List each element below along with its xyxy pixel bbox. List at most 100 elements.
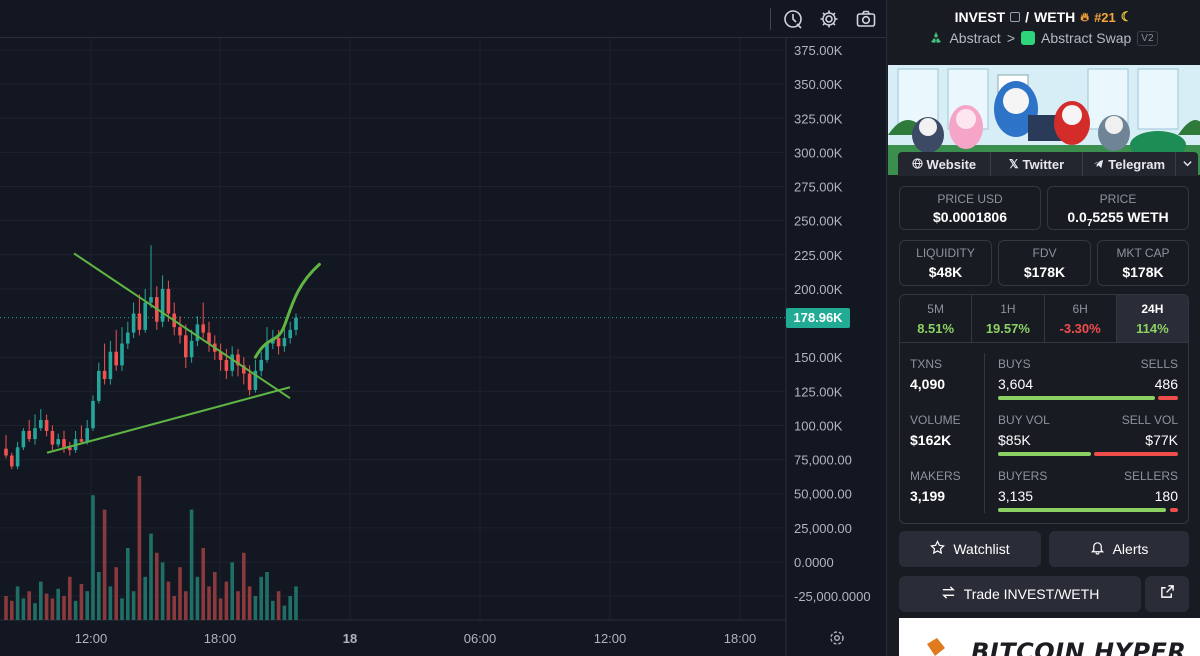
tab-24h[interactable]: 24H 114%: [1116, 295, 1188, 342]
volume-bar: [276, 591, 281, 620]
toolbar-separator: [770, 8, 771, 30]
website-label: Website: [926, 156, 977, 172]
candle: [178, 316, 182, 344]
candle: [137, 294, 142, 336]
flame-icon: 🔥︎: [1080, 9, 1090, 24]
ad-banner[interactable]: BITCOIN HYPER: [899, 618, 1200, 656]
price-chart[interactable]: 375.00K 350.00K 325.00K 300.00K 275.00K 250.0…: [0, 38, 886, 656]
volume-bar: [288, 596, 292, 620]
links-expand-button[interactable]: [1176, 152, 1198, 176]
candle-body: [91, 400, 95, 429]
social-links-bar: Website 𝕏 Twitter Telegram: [898, 152, 1198, 176]
volume-bar: [126, 548, 130, 620]
y-tick-label: 225.00K: [794, 248, 843, 263]
external-link-icon: [1160, 584, 1175, 604]
bell-icon: [1090, 540, 1105, 558]
volume-bar: [195, 576, 200, 620]
makers-label: MAKERS: [910, 469, 961, 483]
volume-bar: [253, 596, 258, 620]
tab-6h[interactable]: 6H -3.30%: [1045, 295, 1117, 342]
price-usd-label: PRICE USD: [937, 192, 1003, 206]
website-link[interactable]: Website: [898, 152, 991, 176]
candle: [114, 329, 118, 371]
volume-bar: [50, 598, 55, 620]
watchlist-button[interactable]: Watchlist: [899, 531, 1041, 567]
twitter-link[interactable]: 𝕏 Twitter: [991, 152, 1084, 176]
candle: [108, 340, 113, 385]
candle-body: [195, 324, 200, 341]
volume-bar: [218, 598, 223, 620]
volume-bar: [39, 581, 43, 620]
candle: [39, 409, 43, 431]
fdv-label: FDV: [1032, 246, 1057, 260]
candle-body: [166, 288, 171, 314]
x-tick-label: 18: [343, 631, 357, 646]
candle-body: [294, 317, 298, 330]
volume-bar: [4, 596, 8, 620]
trade-button[interactable]: Trade INVEST/WETH: [899, 576, 1141, 612]
replay-clock-icon[interactable]: [782, 8, 804, 30]
candle: [56, 433, 60, 448]
copy-icon[interactable]: [1010, 12, 1021, 22]
volume-bar: [172, 596, 176, 620]
makers-value: 3,199: [910, 488, 946, 504]
candle: [33, 414, 37, 445]
telegram-label: Telegram: [1108, 156, 1166, 172]
candle-body: [143, 302, 147, 330]
change-pct: 19.57%: [985, 321, 1030, 336]
tab-1h[interactable]: 1H 19.57%: [972, 295, 1045, 342]
gear-icon[interactable]: [818, 8, 840, 30]
chart-area[interactable]: 375.00K 350.00K 325.00K 300.00K 275.00K 250.0…: [0, 0, 886, 656]
volume-bar: [160, 562, 165, 620]
candle: [207, 321, 211, 352]
buy-vol-value: $85K: [998, 432, 1031, 448]
moon-icon: ☾: [1120, 9, 1133, 24]
volume-bar: [247, 586, 252, 620]
timeframe-tabs: 5M 8.51% 1H 19.57% 6H -3.30% 24H 114%: [900, 295, 1188, 343]
sell-vol-label: SELL VOL: [1121, 413, 1178, 427]
camera-icon[interactable]: [855, 8, 877, 30]
liquidity-box: LIQUIDITY $48K: [899, 240, 992, 286]
candle-body: [27, 430, 31, 440]
candle: [184, 324, 188, 369]
liquidity-value: $48K: [928, 264, 963, 280]
candle-body: [21, 430, 26, 448]
candle: [21, 428, 26, 451]
quote-token: WETH: [1034, 9, 1076, 25]
tab-label: 1H: [1000, 302, 1016, 316]
volume-bar: [259, 576, 263, 620]
dex-name[interactable]: Abstract Swap: [1041, 30, 1131, 46]
volume-bar: [68, 576, 72, 620]
volume-bar: [120, 598, 124, 620]
market-cap-box: MKT CAP $178K: [1097, 240, 1189, 286]
candle-body: [178, 327, 182, 336]
chevron-right-icon: >: [1006, 30, 1016, 46]
tab-5m[interactable]: 5M 8.51%: [900, 295, 973, 342]
external-link-button[interactable]: [1145, 576, 1189, 612]
candle: [259, 351, 263, 377]
buyers-sellers-bar: [998, 508, 1178, 512]
volume-bar: [131, 591, 136, 620]
candle-body: [137, 313, 142, 330]
axis-settings-icon[interactable]: [828, 629, 846, 647]
price-native-prefix: 0.0: [1067, 209, 1087, 225]
trending-rank[interactable]: #21: [1094, 10, 1116, 25]
candle-body: [97, 370, 101, 401]
candle-body: [50, 430, 55, 445]
chain-name[interactable]: Abstract: [949, 30, 1000, 46]
buyers-label: BUYERS: [998, 469, 1048, 483]
buys-label: BUYS: [998, 357, 1031, 371]
sellers-label: SELLERS: [1123, 469, 1178, 483]
x-tick-label: 18:00: [204, 631, 237, 646]
price-native-box: PRICE 0.075255 WETH: [1047, 186, 1189, 230]
candle-body: [44, 420, 49, 431]
y-tick-label: 275.00K: [794, 180, 843, 195]
volume-bar: [97, 572, 101, 620]
y-tick-label: -25,000.0000: [794, 589, 871, 604]
alerts-button[interactable]: Alerts: [1049, 531, 1189, 567]
buyers-value: 3,135: [998, 488, 1034, 504]
price-native-label: PRICE: [1099, 192, 1137, 206]
candle-body: [120, 343, 124, 366]
telegram-link[interactable]: Telegram: [1083, 152, 1177, 176]
price-native-value: 0.075255 WETH: [1048, 209, 1188, 229]
